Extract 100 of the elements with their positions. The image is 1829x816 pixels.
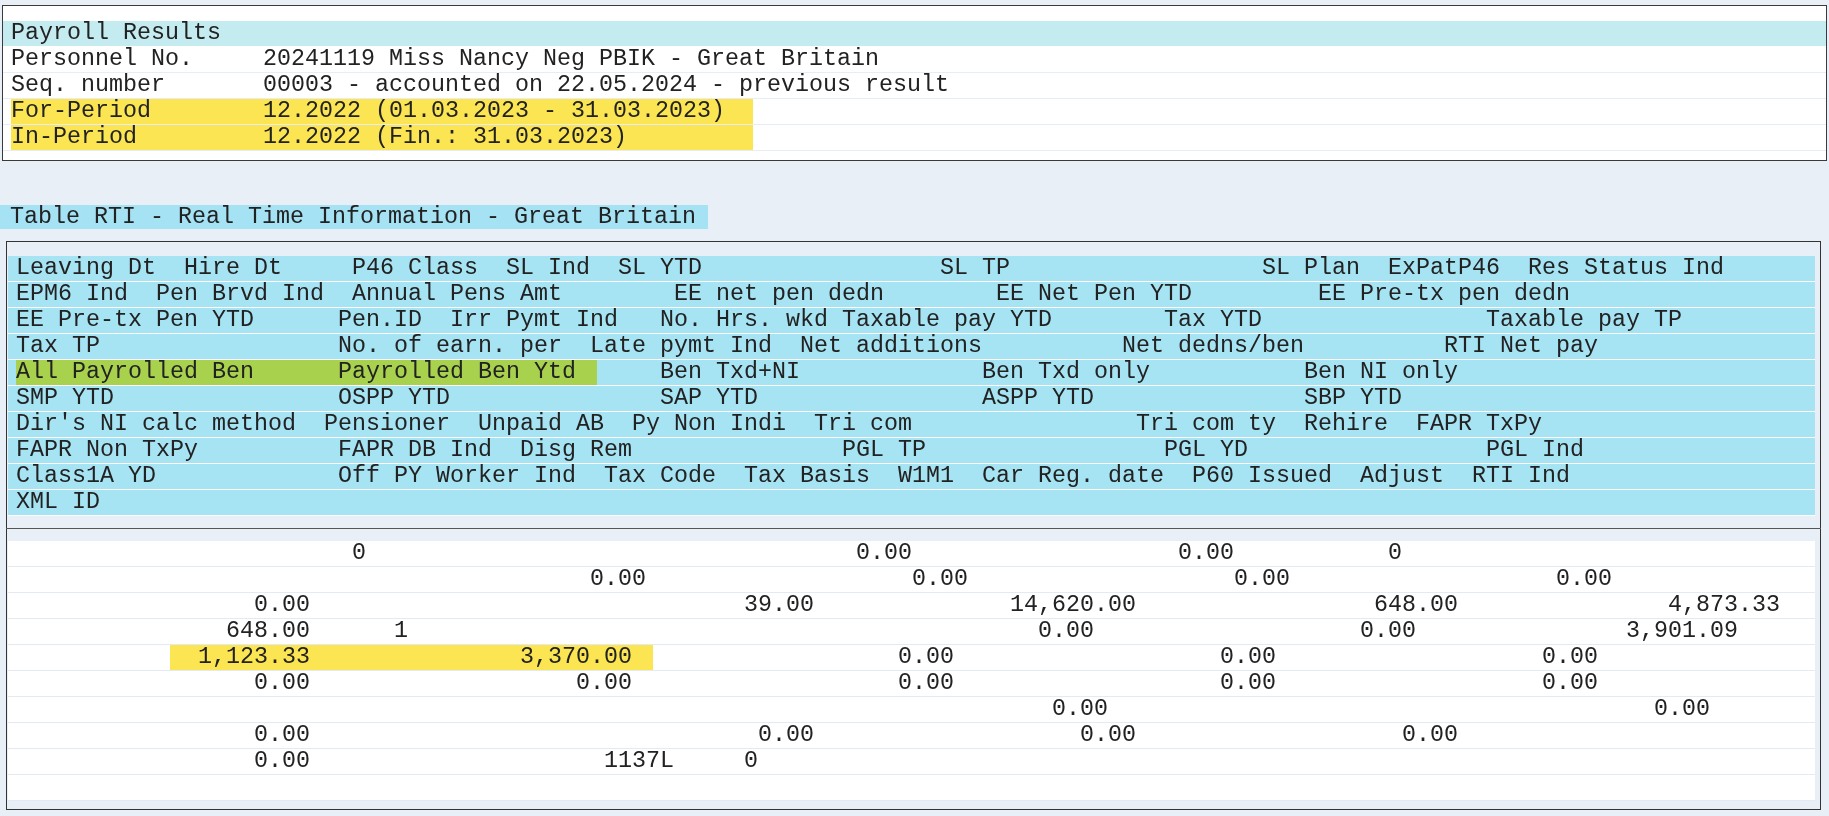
column-heading: Taxable pay YTD [842,308,1052,333]
table-cell: 0 [744,749,758,774]
column-heading: Py Non Indi [632,412,786,437]
column-heading: Tax Basis [744,464,870,489]
column-heading: Pensioner [324,412,450,437]
table-cell: 0.00 [898,671,954,696]
table-cell: 648.00 [226,619,310,644]
column-heading: SAP YTD [660,386,758,411]
table-cell: 0.00 [576,671,632,696]
column-heading: ExPatP46 [1388,256,1500,281]
field-label: In-Period [11,125,263,150]
table-cell: 0.00 [254,749,310,774]
column-heading: Pen Brvd Ind [156,282,324,307]
column-heading: Taxable pay TP [1486,308,1682,333]
column-heading: Unpaid AB [478,412,604,437]
column-heading: Irr Pymt Ind [450,308,618,333]
table-cell: 0.00 [1360,619,1416,644]
column-heading: Tax TP [16,334,100,359]
column-heading: No. of earn. per [338,334,562,359]
table-cell: 0.00 [1542,671,1598,696]
field-value: 12.2022 (Fin.: 31.03.2023) [263,125,753,150]
column-heading: Class1A YD [16,464,156,489]
table-cell: 0.00 [758,723,814,748]
column-heading: Off PY Worker Ind [338,464,576,489]
column-heading: SL Ind [506,256,590,281]
column-heading: PGL TP [842,438,926,463]
table-cell: 0 [352,541,366,566]
table-cell: 39.00 [744,593,814,618]
column-heading: Rehire [1304,412,1388,437]
column-heading: RTI Net pay [1444,334,1598,359]
column-heading: Net dedns/ben [1122,334,1304,359]
table-title: Table RTI - Real Time Information - Great Britain [0,205,708,229]
column-heading: FAPR Non TxPy [16,438,198,463]
column-heading: EE Pre-tx Pen YTD [16,308,254,333]
table-cell: 0.00 [254,723,310,748]
column-heading: Dir's NI calc method [16,412,296,437]
table-cell: 1 [394,619,408,644]
column-heading: Tri com [814,412,912,437]
field-label: Seq. number [11,73,166,98]
table-cell: 0.00 [1178,541,1234,566]
table-cell: 3,901.09 [1626,619,1738,644]
column-heading: W1M1 [898,464,954,489]
table-cell: 0.00 [1556,567,1612,592]
column-heading: P60 Issued [1192,464,1332,489]
column-heading: Disg Rem [520,438,632,463]
table-cell: 1,123.33 [170,645,310,670]
field-value: 20241119 Miss Nancy Neg PBIK - Great Britain [263,47,879,72]
column-heading: OSPP YTD [338,386,450,411]
column-heading: Late pymt Ind [590,334,772,359]
field-label: For-Period [11,99,263,124]
column-heading: No. Hrs. wkd [660,308,828,333]
column-heading: PGL Ind [1486,438,1584,463]
column-heading: Tri com ty [1136,412,1276,437]
column-heading: Res Status Ind [1528,256,1724,281]
column-heading: EE Pre-tx pen dedn [1318,282,1570,307]
column-heading: Hire Dt [184,256,282,281]
column-heading: All Payrolled Ben [16,360,338,385]
field-label: Personnel No. [11,47,194,72]
table-cell: 0.00 [254,671,310,696]
column-heading: Leaving Dt [16,256,156,281]
column-heading: SL YTD [618,256,702,281]
column-heading: Ben Txd only [982,360,1150,385]
column-heading: Ben Txd+NI [660,360,800,385]
column-heading: XML ID [16,490,100,515]
table-cell: 4,873.33 [1668,593,1780,618]
table-cell: 3,370.00 [310,645,653,670]
table-cell: 0 [1388,541,1402,566]
column-heading: Ben NI only [1304,360,1458,385]
column-heading: Car Reg. date [982,464,1164,489]
table-cell: 0.00 [856,541,912,566]
table-cell: 1137L [604,749,674,774]
column-heading: Pen.ID [338,308,422,333]
column-heading: P46 Class [352,256,478,281]
column-heading: ASPP YTD [982,386,1094,411]
column-heading: Tax Code [604,464,716,489]
table-cell: 0.00 [1038,619,1094,644]
table-cell: 0.00 [590,567,646,592]
table-cell: 0.00 [1542,645,1598,670]
table-cell: 0.00 [1052,697,1108,722]
field-value: 00003 - accounted on 22.05.2024 - previous result [263,73,949,98]
column-heading: PGL YD [1164,438,1248,463]
table-cell: 0.00 [912,567,968,592]
column-heading: FAPR TxPy [1416,412,1542,437]
column-heading: SL TP [940,256,1010,281]
column-heading: FAPR DB Ind [338,438,492,463]
table-cell: 14,620.00 [1010,593,1136,618]
column-heading: Adjust [1360,464,1444,489]
column-heading: RTI Ind [1472,464,1570,489]
field-value: 12.2022 (01.03.2023 - 31.03.2023) [263,99,753,124]
column-heading: SMP YTD [16,386,114,411]
column-heading: Net additions [800,334,982,359]
table-cell: 0.00 [898,645,954,670]
table-cell: 0.00 [1080,723,1136,748]
column-heading: Annual Pens Amt [352,282,562,307]
column-heading: Tax YTD [1164,308,1262,333]
column-heading: EE Net Pen YTD [996,282,1192,307]
table-cell: 0.00 [1654,697,1710,722]
table-cell: 0.00 [254,593,310,618]
table-cell: 0.00 [1402,723,1458,748]
column-heading: SBP YTD [1304,386,1402,411]
